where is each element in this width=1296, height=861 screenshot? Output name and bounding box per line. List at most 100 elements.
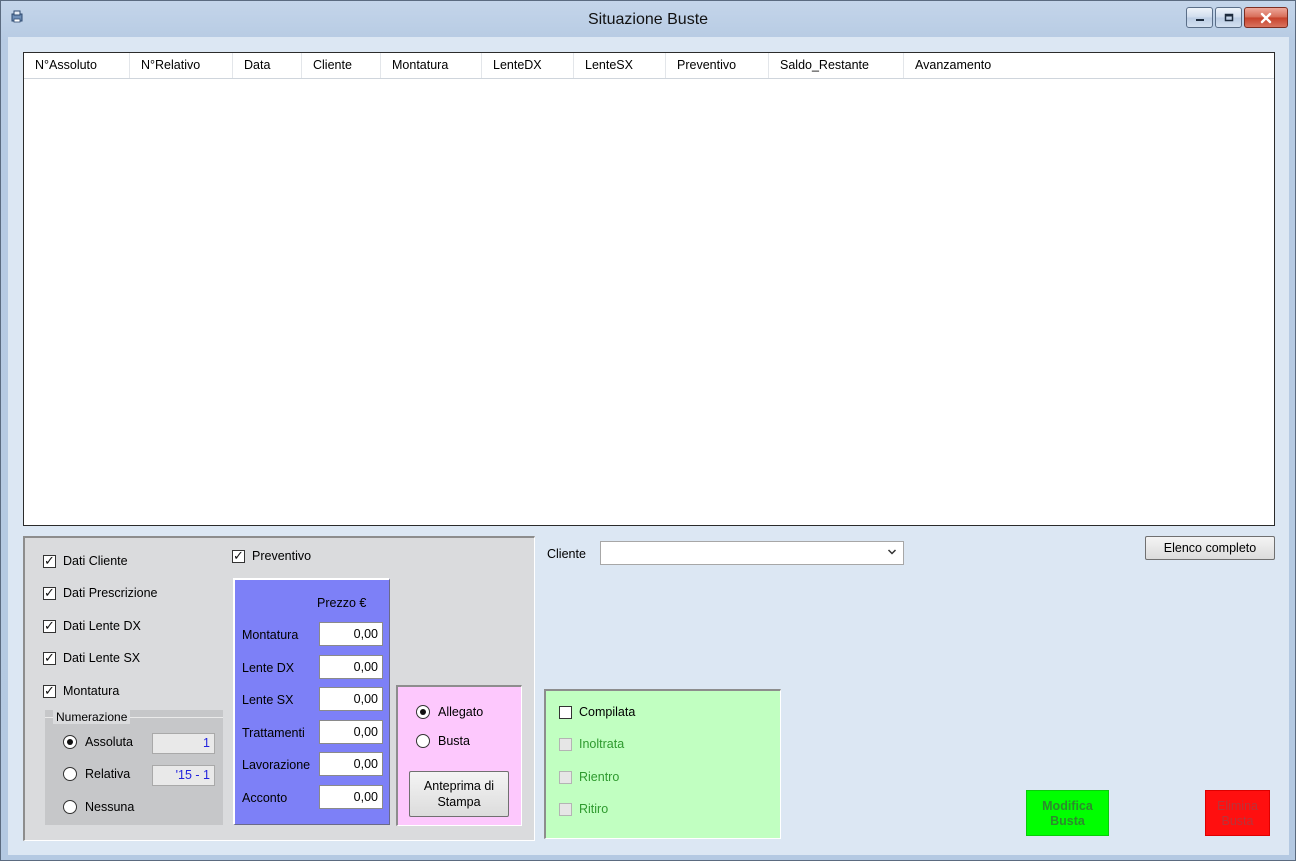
chevron-down-icon[interactable] [887,545,897,562]
numerazione-legend: Numerazione [53,710,131,724]
compilata-checkbox[interactable]: Compilata [559,705,635,719]
anteprima-di-stampa-button[interactable]: Anteprima di Stampa [409,771,509,817]
checkbox-disabled-icon [559,770,572,784]
relativa-number-field: '15 - 1 [152,765,215,786]
dati-cliente-label: Dati Cliente [63,554,128,568]
dati-prescrizione-checkbox[interactable]: Dati Prescrizione [43,585,158,601]
modifica-label-line2: Busta [1050,814,1085,828]
title-bar[interactable]: Situazione Buste [1,1,1295,37]
main-window: Situazione Buste N°Assoluto N°Relativo D… [0,0,1296,861]
allegato-label: Allegato [438,705,484,719]
dati-cliente-checkbox[interactable]: Dati Cliente [43,553,128,569]
dati-lente-dx-checkbox[interactable]: Dati Lente DX [43,618,141,634]
dati-lente-sx-checkbox[interactable]: Dati Lente SX [43,650,141,666]
column-header-n-relativo[interactable]: N°Relativo [130,53,233,78]
montatura-checkbox[interactable]: Montatura [43,683,120,699]
prezzo-montatura-input[interactable]: 0,00 [319,622,383,646]
radio-selected-icon [63,735,77,749]
prezzo-lente-dx-input[interactable]: 0,00 [319,655,383,679]
preventivo-label: Preventivo [252,549,312,563]
cliente-filter-label: Cliente [547,547,586,561]
buste-grid[interactable]: N°Assoluto N°Relativo Data Cliente Monta… [23,52,1275,526]
window-title: Situazione Buste [587,11,709,28]
nessuna-label: Nessuna [85,800,135,814]
close-icon [1245,8,1287,27]
modifica-busta-button[interactable]: Modifica Busta [1026,790,1109,836]
checkbox-checked-icon [43,683,56,699]
radio-unselected-icon [63,800,77,814]
prezzo-acconto-input[interactable]: 0,00 [319,785,383,809]
checkbox-checked-icon [43,585,56,601]
checkbox-unchecked-icon [559,705,572,719]
prezzo-acconto-label: Acconto [242,791,288,805]
close-button[interactable] [1244,7,1288,28]
numerazione-group: Numerazione Assoluta 1 Relativa '15 - 1 … [45,710,223,825]
ritiro-label: Ritiro [579,802,609,816]
prezzo-trattamenti-label: Trattamenti [242,726,305,740]
column-header-montatura[interactable]: Montatura [381,53,482,78]
checkbox-checked-icon [43,650,56,666]
preventivo-checkbox[interactable]: Preventivo [232,548,312,564]
minimize-icon [1187,8,1212,27]
relativa-label: Relativa [85,767,131,781]
assoluta-number-field: 1 [152,733,215,754]
prezzo-header: Prezzo € [317,596,367,610]
window-controls [1184,7,1288,29]
column-header-lente-sx[interactable]: LenteSX [574,53,666,78]
anteprima-label-line2: Stampa [437,795,481,809]
montatura-label: Montatura [63,684,120,698]
checkbox-disabled-icon [559,802,572,816]
inoltrata-checkbox: Inoltrata [559,737,624,751]
prezzo-lavorazione-label: Lavorazione [242,758,311,772]
column-header-saldo-restante[interactable]: Saldo_Restante [769,53,904,78]
column-header-avanzamento[interactable]: Avanzamento [904,53,1014,78]
elimina-busta-button[interactable]: Elimina Busta [1205,790,1270,836]
prezzo-montatura-label: Montatura [242,628,299,642]
prezzo-lavorazione-input[interactable]: 0,00 [319,752,383,776]
elenco-completo-button[interactable]: Elenco completo [1145,536,1275,560]
stampa-panel: Allegato Busta Anteprima di Stampa [396,685,522,826]
rientro-label: Rientro [579,770,620,784]
prezzo-lente-sx-label: Lente SX [242,693,294,707]
rientro-checkbox: Rientro [559,770,619,784]
radio-selected-icon [416,705,430,719]
column-header-data[interactable]: Data [233,53,302,78]
relativa-radio[interactable]: Relativa [63,767,130,781]
nessuna-radio[interactable]: Nessuna [63,800,134,814]
checkbox-checked-icon [232,548,245,564]
checkbox-disabled-icon [559,737,572,751]
prezzo-lente-sx-input[interactable]: 0,00 [319,687,383,711]
assoluta-label: Assoluta [85,735,133,749]
minimize-button[interactable] [1186,7,1213,28]
stato-panel: Compilata Inoltrata Rientro Ritiro [544,689,781,839]
busta-radio[interactable]: Busta [416,734,470,748]
prezzo-panel: Prezzo € Montatura 0,00 Lente DX 0,00 Le… [233,578,390,825]
column-header-cliente[interactable]: Cliente [302,53,381,78]
column-header-preventivo[interactable]: Preventivo [666,53,769,78]
maximize-icon [1216,8,1241,27]
assoluta-radio[interactable]: Assoluta [63,735,133,749]
elimina-label-line1: Elimina [1217,799,1258,813]
busta-label: Busta [438,734,470,748]
allegato-radio[interactable]: Allegato [416,705,483,719]
client-area: N°Assoluto N°Relativo Data Cliente Monta… [8,37,1289,855]
cliente-combobox[interactable] [600,541,904,565]
radio-unselected-icon [416,734,430,748]
radio-unselected-icon [63,767,77,781]
column-header-lente-dx[interactable]: LenteDX [482,53,574,78]
prezzo-lente-dx-label: Lente DX [242,661,295,675]
modifica-label-line1: Modifica [1042,799,1093,813]
dati-lente-dx-label: Dati Lente DX [63,619,141,633]
inoltrata-label: Inoltrata [579,737,625,751]
compilata-label: Compilata [579,705,636,719]
column-header-n-assoluto[interactable]: N°Assoluto [24,53,130,78]
ritiro-checkbox: Ritiro [559,802,608,816]
prezzo-trattamenti-input[interactable]: 0,00 [319,720,383,744]
checkbox-checked-icon [43,553,56,569]
elimina-label-line2: Busta [1221,814,1254,828]
checkbox-checked-icon [43,618,56,634]
maximize-button[interactable] [1215,7,1242,28]
anteprima-label-line1: Anteprima di [423,779,495,793]
dati-prescrizione-label: Dati Prescrizione [63,586,158,600]
dati-lente-sx-label: Dati Lente SX [63,651,141,665]
